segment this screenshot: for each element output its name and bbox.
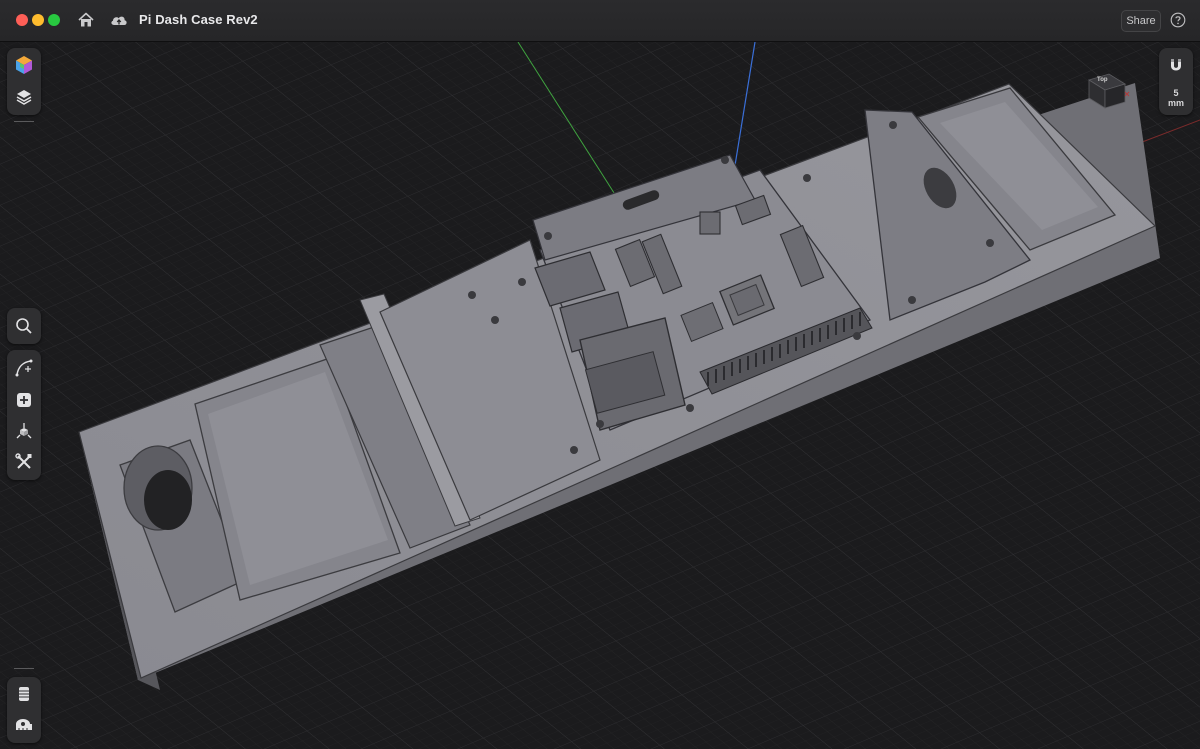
layers-icon: [16, 90, 32, 105]
zoom-window-button[interactable]: [48, 14, 60, 26]
minimize-window-button[interactable]: [32, 14, 44, 26]
toolbar-divider: [14, 668, 34, 669]
search-icon: [16, 318, 32, 334]
cloud-sync-icon[interactable]: [109, 11, 129, 29]
search-toolbar: [7, 308, 41, 344]
snap-toggle-button[interactable]: [1162, 52, 1190, 80]
magnet-icon: [1171, 59, 1181, 71]
tools-icon: [15, 453, 32, 469]
home-icon[interactable]: [77, 11, 95, 29]
left-middle-toolbar: [7, 350, 41, 480]
sketch-curve-icon: [15, 359, 33, 377]
appearance-button[interactable]: [10, 51, 38, 79]
title-bar: Pi Dash Case Rev2 Share: [0, 0, 1200, 42]
view-cube[interactable]: [1085, 72, 1131, 112]
transform-icon: [16, 423, 32, 439]
appearance-cube-icon: [16, 56, 32, 74]
view-cube-top-label[interactable]: Top: [1097, 77, 1108, 83]
slicer-icon: [19, 687, 29, 701]
layers-button[interactable]: [10, 83, 38, 111]
document-title: Pi Dash Case Rev2: [139, 12, 258, 27]
add-primitive-button[interactable]: [10, 386, 38, 414]
add-primitive-icon: [17, 393, 31, 407]
transform-button[interactable]: [10, 417, 38, 445]
3d-viewport[interactable]: [0, 42, 1200, 749]
toolbar-divider: [14, 121, 34, 122]
snap-value[interactable]: 5: [1159, 88, 1193, 98]
slicer-button[interactable]: [10, 680, 38, 708]
snap-toolbar: 5 mm: [1159, 48, 1193, 115]
measure-button[interactable]: [10, 712, 38, 740]
tools-button[interactable]: [10, 448, 38, 476]
help-icon[interactable]: [1170, 12, 1186, 28]
close-window-button[interactable]: [16, 14, 28, 26]
snap-unit: mm: [1167, 98, 1184, 108]
cable-hole-inner: [144, 470, 192, 530]
left-top-toolbar: [7, 48, 41, 115]
left-bottom-toolbar: [7, 677, 41, 743]
sketch-button[interactable]: [10, 354, 38, 382]
share-button[interactable]: Share: [1121, 10, 1161, 32]
measure-icon: [16, 719, 32, 730]
search-button[interactable]: [10, 312, 38, 340]
